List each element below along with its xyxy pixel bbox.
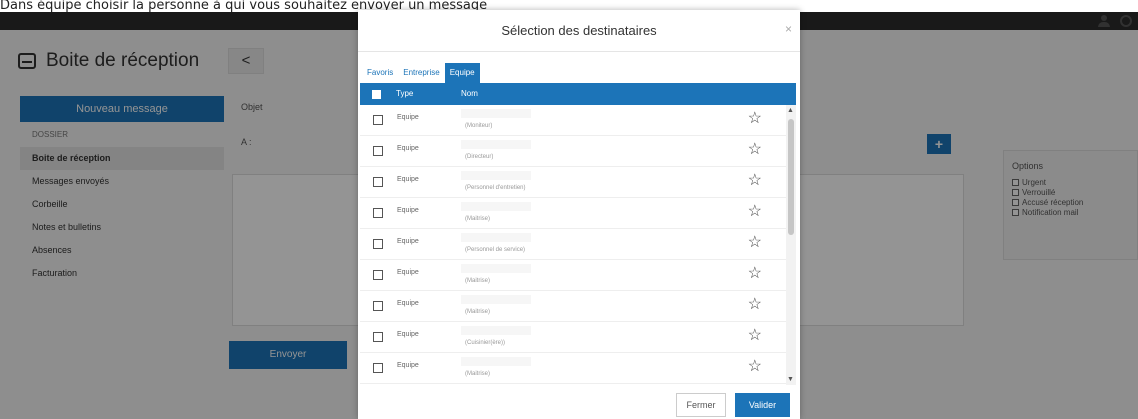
screen: Dans équipe choisir la personne à qui vo… xyxy=(0,0,1138,419)
recipient-type: Equipe xyxy=(397,362,419,369)
recipient-checkbox[interactable] xyxy=(373,239,383,249)
column-type: Type xyxy=(396,89,414,98)
close-button[interactable]: Fermer xyxy=(676,393,726,417)
recipient-type: Equipe xyxy=(397,207,419,214)
recipient-name-redacted xyxy=(461,357,531,366)
recipient-type: Equipe xyxy=(397,145,419,152)
recipient-row[interactable]: Equipe (Personnel d'entretien) ☆ xyxy=(360,167,786,198)
recipient-checkbox[interactable] xyxy=(373,146,383,156)
recipient-role: (Maitrise) xyxy=(465,371,490,377)
tab-favoris[interactable]: Favoris xyxy=(362,63,398,83)
dialog-title: Sélection des destinataires xyxy=(358,10,800,52)
recipient-type: Equipe xyxy=(397,331,419,338)
tab-equipe[interactable]: Equipe xyxy=(444,63,480,83)
recipient-role: (Maitrise) xyxy=(465,309,490,315)
star-icon[interactable]: ☆ xyxy=(748,359,762,375)
tab-entreprise[interactable]: Entreprise xyxy=(398,63,444,83)
recipient-checkbox[interactable] xyxy=(373,115,383,125)
recipient-name-redacted xyxy=(461,202,531,211)
recipient-name-redacted xyxy=(461,171,531,180)
recipient-role: (Maitrise) xyxy=(465,278,490,284)
recipient-name-redacted xyxy=(461,326,531,335)
recipient-name-redacted xyxy=(461,295,531,304)
recipient-role: (Maitrise) xyxy=(465,216,490,222)
recipient-list: Equipe (Moniteur) ☆ Equipe (Directeur) ☆ Equip… xyxy=(360,105,786,397)
recipient-checkbox[interactable] xyxy=(373,270,383,280)
recipient-row[interactable]: Equipe (Maitrise) ☆ xyxy=(360,198,786,229)
close-icon[interactable]: × xyxy=(785,22,792,36)
recipient-name-redacted xyxy=(461,140,531,149)
star-icon[interactable]: ☆ xyxy=(748,173,762,189)
recipient-name-redacted xyxy=(461,264,531,273)
star-icon[interactable]: ☆ xyxy=(748,266,762,282)
scrollbar[interactable]: ▲ ▼ xyxy=(786,105,796,385)
recipient-type: Equipe xyxy=(397,300,419,307)
recipient-checkbox[interactable] xyxy=(373,301,383,311)
validate-button[interactable]: Valider xyxy=(735,393,790,417)
recipient-row[interactable]: Equipe (Directeur) ☆ xyxy=(360,136,786,167)
star-icon[interactable]: ☆ xyxy=(748,142,762,158)
recipient-type: Equipe xyxy=(397,269,419,276)
scroll-up-icon[interactable]: ▲ xyxy=(787,107,794,114)
tab-bar: Favoris Entreprise Equipe xyxy=(362,63,480,83)
recipients-dialog: Sélection des destinataires × Favoris Ent… xyxy=(358,10,800,419)
star-icon[interactable]: ☆ xyxy=(748,297,762,313)
column-name: Nom xyxy=(461,89,478,98)
recipient-row[interactable]: Equipe (Maitrise) ☆ xyxy=(360,291,786,322)
select-all-checkbox[interactable] xyxy=(372,90,381,99)
recipient-checkbox[interactable] xyxy=(373,177,383,187)
star-icon[interactable]: ☆ xyxy=(748,204,762,220)
recipient-type: Equipe xyxy=(397,176,419,183)
recipient-type: Equipe xyxy=(397,238,419,245)
recipient-row[interactable]: Equipe (Moniteur) ☆ xyxy=(360,105,786,136)
star-icon[interactable]: ☆ xyxy=(748,111,762,127)
star-icon[interactable]: ☆ xyxy=(748,328,762,344)
recipient-row[interactable]: Equipe (Maitrise) ☆ xyxy=(360,353,786,384)
recipient-type: Equipe xyxy=(397,114,419,121)
recipient-checkbox[interactable] xyxy=(373,363,383,373)
recipient-row[interactable]: Equipe (Maitrise) ☆ xyxy=(360,260,786,291)
recipient-role: (Moniteur) xyxy=(465,123,493,129)
recipient-checkbox[interactable] xyxy=(373,208,383,218)
scroll-thumb[interactable] xyxy=(788,119,794,235)
recipient-name-redacted xyxy=(461,109,531,118)
recipient-row[interactable]: Equipe (Cuisinier(ère)) ☆ xyxy=(360,322,786,353)
recipient-row[interactable]: Equipe (Personnel de service) ☆ xyxy=(360,229,786,260)
table-header: Type Nom xyxy=(360,83,796,105)
recipient-role: (Personnel de service) xyxy=(465,247,526,253)
recipient-checkbox[interactable] xyxy=(373,332,383,342)
star-icon[interactable]: ☆ xyxy=(748,235,762,251)
scroll-down-icon[interactable]: ▼ xyxy=(787,376,794,383)
recipient-role: (Directeur) xyxy=(465,154,494,160)
recipient-role: (Cuisinier(ère)) xyxy=(465,340,506,346)
recipient-name-redacted xyxy=(461,233,531,242)
recipient-role: (Personnel d'entretien) xyxy=(465,185,526,191)
